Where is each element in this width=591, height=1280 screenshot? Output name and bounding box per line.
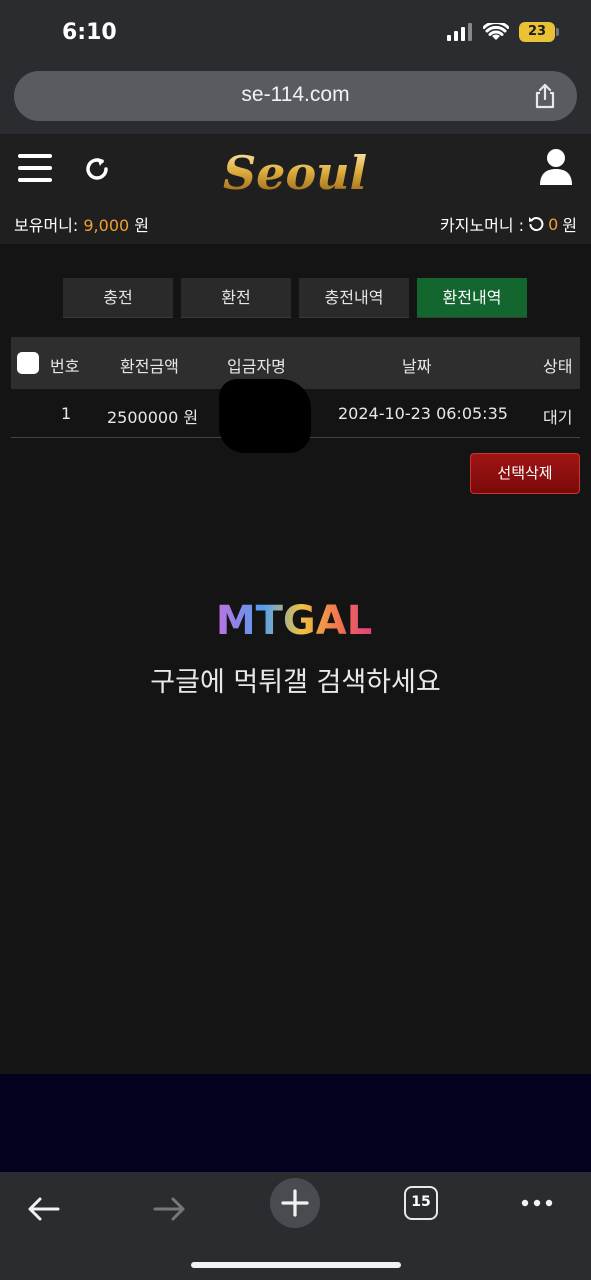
site-header: Seoul 보유머니: 9,000 원 카지노머니 : 0 원 [0, 134, 591, 244]
mtgal-logo: MTGAL [216, 598, 372, 642]
cell-date: 2024-10-23 06:05:35 [338, 404, 508, 423]
table-header: 번호 환전금액 입금자명 날짜 상태 [11, 337, 580, 389]
menu-icon [18, 154, 52, 158]
status-icons: 23 [447, 22, 559, 42]
header-amount: 환전금액 [120, 357, 179, 376]
more-icon[interactable] [512, 1184, 562, 1234]
delete-selected-button[interactable]: 선택삭제 [470, 453, 580, 494]
main-content: 충전 환전 충전내역 환전내역 번호 환전금액 입금자명 날짜 상태 1 250… [0, 244, 591, 1074]
casino-refresh-icon[interactable] [528, 216, 544, 232]
plus-icon [281, 1189, 309, 1217]
share-icon[interactable] [531, 82, 559, 110]
svg-text:MTGAL: MTGAL [216, 598, 372, 642]
cell-amount: 2500000 원 [107, 408, 199, 427]
tab-exchange-history[interactable]: 환전내역 [417, 278, 527, 318]
tab-charge[interactable]: 충전 [63, 278, 173, 318]
back-arrow-icon[interactable] [18, 1184, 68, 1234]
tab-exchange[interactable]: 환전 [181, 278, 291, 318]
footer-band [0, 1074, 591, 1172]
table-row[interactable]: 1 2500000 원 2024-10-23 06:05:35 대기 [11, 379, 580, 453]
svg-text:Seoul: Seoul [223, 146, 367, 200]
holding-label: 보유머니: [14, 216, 79, 235]
user-icon[interactable] [539, 148, 573, 186]
holding-unit: 원 [134, 216, 150, 235]
cell-status: 대기 [543, 408, 573, 427]
forward-arrow-icon[interactable] [145, 1184, 195, 1234]
status-bar: 6:10 23 [0, 0, 591, 62]
tab-bar: 충전 환전 충전내역 환전내역 [63, 278, 527, 318]
casino-unit: 원 [562, 216, 577, 235]
header-depositor: 입금자명 [227, 357, 286, 376]
battery-icon: 23 [519, 22, 559, 42]
url-text: se-114.com [241, 83, 350, 106]
refresh-icon[interactable] [82, 154, 112, 184]
status-time: 6:10 [62, 20, 117, 45]
header-number: 번호 [50, 357, 80, 376]
casino-amount: 0 [548, 214, 559, 234]
tabs-button[interactable]: 15 [404, 1186, 438, 1220]
wifi-icon [483, 23, 509, 40]
browser-toolbar: 15 [0, 1172, 591, 1280]
header-status: 상태 [543, 357, 573, 376]
exchange-history-table: 번호 환전금액 입금자명 날짜 상태 1 2500000 원 2024-10-2… [11, 337, 580, 453]
tab-charge-history[interactable]: 충전내역 [299, 278, 409, 318]
menu-button[interactable] [18, 154, 52, 184]
casino-label: 카지노머니 : [440, 216, 525, 235]
select-all-checkbox[interactable] [17, 352, 39, 374]
cell-number: 1 [61, 404, 72, 423]
signal-icon [447, 23, 472, 41]
seoul-logo[interactable]: Seoul [210, 142, 380, 204]
header-date: 날짜 [402, 357, 432, 376]
holding-money: 보유머니: 9,000 원 [14, 212, 149, 236]
redaction-mark [219, 379, 311, 453]
holding-amount: 9,000 [83, 216, 130, 235]
casino-money: 카지노머니 : 0 원 [440, 212, 577, 236]
browser-address-area: se-114.com [0, 62, 591, 134]
address-bar[interactable]: se-114.com [14, 71, 577, 121]
new-tab-button[interactable] [270, 1178, 320, 1228]
home-indicator [191, 1262, 401, 1268]
watermark-text: 구글에 먹튀갤 검색하세요 [150, 667, 441, 698]
